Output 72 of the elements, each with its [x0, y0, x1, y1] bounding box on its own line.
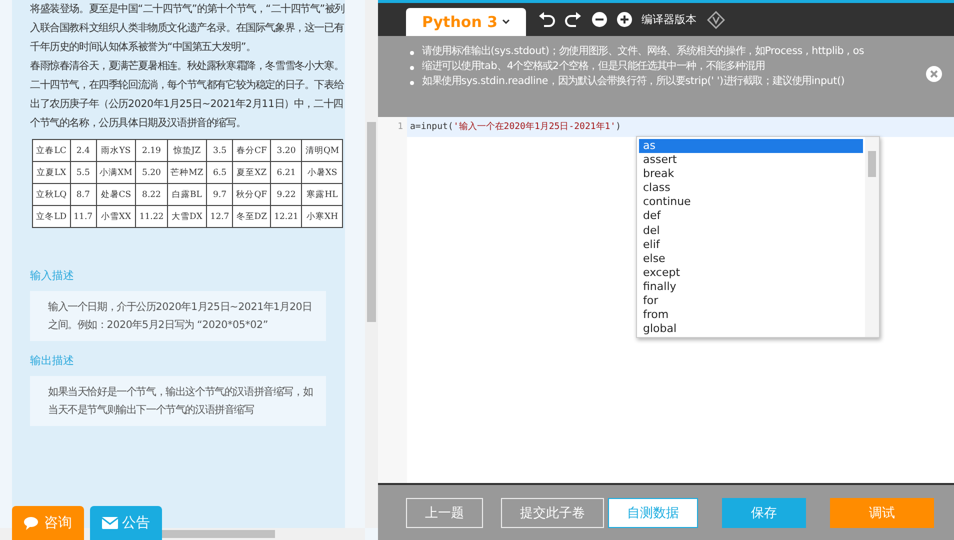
problem-text: 春雨惊春清谷天，夏满芒夏暑相连。秋处露秋寒霜降，冬雪雪冬小大寒。二十四节气，在四季轮回流淌，每个节气都有它较为稳定的日子。下表给出了农历庚子年（公历2020年1月25日~2021年2月11日）中，二十四个节气的名称，公历具体日期及汉语拼音的缩写。	[30, 59, 345, 131]
table-cell: 惊蛰JZ	[167, 140, 207, 162]
caret-icon	[502, 19, 510, 25]
section-body: 输入一个日期，介于公历2020年1月25日~2021年1月20日之间。例如：2020年5月2日写为 “2020*05*02”	[30, 291, 326, 341]
table-cell: 8.7	[70, 184, 96, 206]
zoom-out-icon[interactable]	[592, 12, 607, 27]
table-cell: 立冬LD	[32, 206, 70, 228]
table-cell: 夏至XZ	[232, 162, 271, 184]
table-cell: 寒露HL	[302, 184, 343, 206]
table-cell: 12.7	[206, 206, 233, 228]
compiler-version-label[interactable]: 编译器版本	[642, 12, 697, 27]
line-number: 1	[396, 121, 404, 134]
autocomplete-item[interactable]: def	[639, 209, 863, 224]
section-heading: 输入描述	[30, 268, 75, 283]
autocomplete-item[interactable]: for	[639, 294, 863, 308]
table-cell: 小雪XX	[96, 206, 136, 228]
table-cell: 大雪DX	[167, 206, 207, 228]
table-cell: 秋分QF	[232, 184, 271, 206]
autocomplete-item[interactable]: break	[639, 167, 863, 182]
close-icon[interactable]	[926, 66, 942, 82]
table-cell: 5.5	[70, 162, 96, 184]
table-cell: 立夏LX	[32, 162, 70, 184]
table-cell: 立秋LQ	[32, 184, 70, 206]
scrollbar[interactable]	[365, 0, 378, 528]
autocomplete-item[interactable]: from	[639, 308, 863, 322]
autocomplete-item[interactable]: as	[639, 139, 863, 154]
table-cell: 芒种MZ	[167, 162, 207, 184]
autocomplete-item[interactable]: except	[639, 266, 863, 280]
table-cell: 6.21	[270, 162, 302, 184]
table-cell: 11.7	[70, 206, 96, 228]
section-heading: 输出描述	[30, 353, 75, 368]
autocomplete-item[interactable]: global	[639, 322, 863, 336]
table-cell: 处暑CS	[96, 184, 136, 206]
autocomplete-item[interactable]: class	[639, 181, 863, 196]
table-cell: 白露BL	[167, 184, 207, 206]
undo-icon[interactable]	[538, 12, 555, 28]
problem-text: 将盛装登场。夏至是中国“二十四节气”的第十个节气，“二十四节气”被列入联合国教科文组织人类非物质文化遗产名录。在国际气象界，这一已有千年历史的时间认知体系被誉为“中国第五大发明”。	[30, 2, 346, 55]
notice-text: 缩进可以使用tab、4个空格或2个空格，但是只能任选其中一种，不能多种混用	[422, 59, 765, 74]
autocomplete-item[interactable]: del	[639, 224, 863, 238]
table-cell: 11.22	[136, 206, 168, 228]
table-cell: 小暑XS	[302, 162, 343, 184]
autocomplete-item[interactable]: continue	[639, 195, 863, 210]
table-cell: 立春LC	[32, 140, 70, 162]
redo-icon[interactable]	[564, 12, 582, 28]
table-cell: 2.4	[70, 140, 96, 162]
scrollbar[interactable]	[865, 137, 879, 337]
table-cell: 清明QM	[302, 140, 343, 162]
autocomplete-item[interactable]: assert	[639, 153, 863, 168]
mail-icon	[102, 517, 118, 529]
table-cell: 2.19	[136, 140, 168, 162]
chat-icon	[24, 516, 40, 530]
zoom-in-icon[interactable]	[616, 12, 632, 27]
notice-text: 请使用标准输出(sys.stdout)；勿使用图形、文件、网络、系统相关的操作，如Process , httplib , os	[422, 44, 864, 59]
table-cell: 9.22	[270, 184, 302, 206]
table-cell: 雨水YS	[96, 140, 136, 162]
v-badge-icon[interactable]	[706, 10, 725, 28]
table-cell: 3.5	[206, 140, 233, 162]
autocomplete-item[interactable]: else	[639, 252, 863, 266]
section-body: 如果当天恰好是一个节气，输出这个节气的汉语拼音缩写，如当天不是节气则输出下一个节气的汉语拼音缩写	[30, 376, 326, 426]
table-cell: 3.20	[270, 140, 302, 162]
table-cell: 小满XM	[96, 162, 136, 184]
autocomplete-item[interactable]: finally	[639, 280, 863, 294]
table-cell: 冬至DZ	[232, 206, 271, 228]
autocomplete-item[interactable]: elif	[639, 238, 863, 252]
table-cell: 5.20	[136, 162, 168, 184]
table-cell: 6.5	[206, 162, 233, 184]
notice-text: 如果使用sys.stdin.readline，因为默认会带换行符，所以要strip(' ')进行截取；建议使用input()	[422, 74, 845, 89]
table-cell: 8.22	[136, 184, 168, 206]
table-cell: 春分CF	[232, 140, 271, 162]
table-cell: 9.7	[206, 184, 233, 206]
table-cell: 小寒XH	[302, 206, 343, 228]
table-cell: 12.21	[270, 206, 302, 228]
